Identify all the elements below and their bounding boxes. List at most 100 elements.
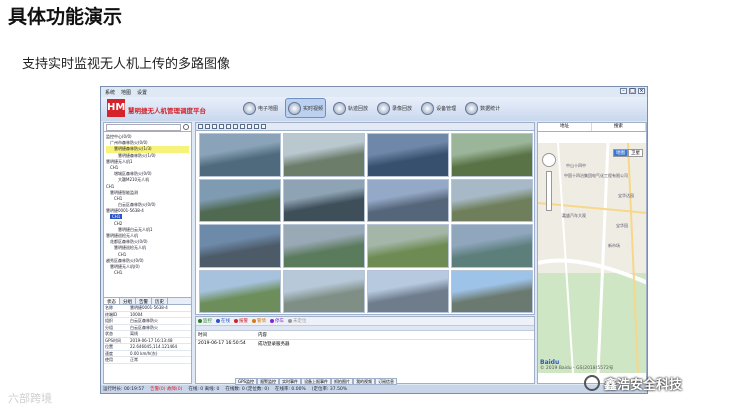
- app-window: 系统 地图 设置 – □ × HM 慧明捷无人机管理调度平台 电子地图 实时视频…: [100, 86, 648, 394]
- video-cell[interactable]: [451, 133, 533, 177]
- video-cell[interactable]: [283, 269, 365, 313]
- nav-device-manage-button[interactable]: 设备管理: [419, 98, 458, 118]
- bottom-tab[interactable]: 报警监控: [257, 378, 280, 385]
- video-cell[interactable]: [367, 224, 449, 268]
- video-cell[interactable]: [451, 224, 533, 268]
- map-type-map[interactable]: 地图: [613, 149, 628, 157]
- map-icon: [243, 101, 256, 115]
- system-name: 慧明捷无人机管理调度平台: [128, 107, 206, 115]
- bottom-tab[interactable]: 抓拍图片: [331, 378, 354, 385]
- wechat-icon: [584, 375, 600, 391]
- nav-statistics-button[interactable]: 数据统计: [463, 98, 502, 118]
- nav-map-button[interactable]: 电子地图: [241, 98, 280, 118]
- settings-icon[interactable]: [261, 124, 266, 129]
- video-cell[interactable]: [367, 178, 449, 222]
- bottom-tab[interactable]: 实时事件: [279, 378, 302, 385]
- map-type-satellite[interactable]: 卫星: [628, 149, 643, 157]
- status-online: 在线: 0 离线: 0: [188, 387, 220, 392]
- status-located: 在线数: 0 (定位数: 0): [225, 387, 269, 392]
- close-icon[interactable]: ×: [638, 88, 645, 94]
- video-cell[interactable]: [283, 224, 365, 268]
- status-bar: 运行时长: 00:19:57 告警(0) 故障(0) 在线: 0 离线: 0 在…: [101, 385, 647, 393]
- video-cell[interactable]: [199, 224, 281, 268]
- stop-icon[interactable]: [247, 124, 252, 129]
- property-value: 慧明捷0001-5638-4: [130, 305, 168, 310]
- device-panel: 监控中心(0/0) 广州市森林防火(0/0) 慧明捷森林防火(1/3) 慧明捷森林防火…: [103, 122, 192, 384]
- map-zoom-slider[interactable]: [546, 171, 552, 211]
- snapshot-icon[interactable]: [233, 124, 238, 129]
- event-filter-bar: 监控 在线 报警 警情 停车 未定位: [196, 317, 534, 325]
- tab-address[interactable]: 地址: [538, 123, 592, 131]
- property-value: 白云区森林防火: [130, 324, 158, 330]
- dot-icon: [198, 319, 202, 323]
- layout-16-icon[interactable]: [219, 124, 224, 129]
- minimize-icon[interactable]: –: [620, 88, 627, 94]
- video-cell[interactable]: [199, 133, 281, 177]
- bottom-tab[interactable]: 我的视频: [353, 378, 376, 385]
- tab-alarm[interactable]: 告警: [136, 298, 152, 305]
- bottom-tab[interactable]: GPS监控: [235, 378, 258, 385]
- search-icon[interactable]: [183, 124, 189, 130]
- event-time: 2019-06-17 16:50:54: [198, 341, 246, 346]
- bottom-tab[interactable]: 订阅信息: [375, 378, 398, 385]
- dot-icon: [216, 319, 220, 323]
- event-filter[interactable]: 监控: [198, 318, 212, 324]
- col-content: 内容: [258, 333, 267, 338]
- volume-icon[interactable]: [254, 124, 259, 129]
- record-icon[interactable]: [240, 124, 245, 129]
- layout-4-icon[interactable]: [205, 124, 210, 129]
- video-cell[interactable]: [283, 178, 365, 222]
- event-filter[interactable]: 停车: [270, 318, 284, 324]
- maximize-icon[interactable]: □: [629, 88, 636, 94]
- map-pan-control[interactable]: [542, 153, 556, 167]
- menu-settings[interactable]: 设置: [137, 89, 147, 96]
- nav-live-video-button[interactable]: 实时视频: [285, 98, 327, 118]
- layout-1-icon[interactable]: [198, 124, 203, 129]
- menu-system[interactable]: 系统: [105, 89, 115, 96]
- device-icon: [421, 101, 435, 115]
- video-cell[interactable]: [367, 133, 449, 177]
- property-value: 0.00 km/h(东): [130, 350, 158, 356]
- map-place-label: 嘉盛汽车大观: [562, 213, 586, 218]
- tab-group[interactable]: 分组: [120, 298, 136, 305]
- tab-history[interactable]: 历史: [152, 298, 168, 305]
- tab-status[interactable]: 状态: [104, 298, 120, 305]
- device-search-input[interactable]: [106, 123, 181, 131]
- video-cell[interactable]: [451, 269, 533, 313]
- video-toolbar: [196, 123, 534, 131]
- bottom-tab[interactable]: 设备上报事件: [301, 378, 332, 385]
- map-tabs: 地址 搜索: [538, 123, 646, 132]
- dot-icon: [252, 319, 256, 323]
- video-cell[interactable]: [199, 269, 281, 313]
- fullscreen-icon[interactable]: [226, 124, 231, 129]
- event-row[interactable]: 2019-06-17 16:50:54 成功登录服务器: [196, 340, 534, 348]
- layout-9-icon[interactable]: [212, 124, 217, 129]
- dot-icon: [234, 319, 238, 323]
- nav-record-replay-button[interactable]: 录像回放: [375, 98, 414, 118]
- event-filter-label: 报警: [239, 319, 248, 324]
- stats-icon: [465, 101, 479, 115]
- nav-label: 实时视频: [303, 105, 324, 112]
- event-filter-label: 停车: [275, 319, 284, 324]
- status-alert: 告警(0) 故障(0): [150, 387, 183, 392]
- event-filter[interactable]: 警情: [252, 318, 266, 324]
- property-value: 2019-06-17 16:13:48: [130, 337, 173, 343]
- video-cell[interactable]: [283, 133, 365, 177]
- watermark-text: 鑫浩安全科技: [604, 377, 683, 393]
- video-cell[interactable]: [199, 178, 281, 222]
- event-filter[interactable]: 在线: [216, 318, 230, 324]
- device-search: [104, 123, 191, 132]
- event-panel: 监控 在线 报警 警情 停车 未定位 时间 内容 2019-06-17 16:50:54 …: [195, 316, 535, 384]
- map-copyright: © 2019 Baidu - GS(2018)5572号: [540, 366, 614, 371]
- event-table-header: 时间 内容: [196, 331, 534, 340]
- map-view[interactable]: 中山十四中 中国十四冶集团电气化工程有限公司 宝华达园 嘉盛汽车大观 新市场 宝…: [538, 142, 646, 374]
- video-cell[interactable]: [451, 178, 533, 222]
- menu-map[interactable]: 地图: [121, 89, 131, 96]
- tab-search[interactable]: 搜索: [592, 123, 646, 131]
- event-filter[interactable]: 报警: [234, 318, 248, 324]
- nav-track-replay-button[interactable]: 轨迹回放: [331, 98, 370, 118]
- tree-node[interactable]: CH1: [106, 270, 189, 276]
- property-key: 组织: [105, 318, 113, 323]
- video-cell[interactable]: [367, 269, 449, 313]
- event-filter[interactable]: 未定位: [288, 318, 307, 324]
